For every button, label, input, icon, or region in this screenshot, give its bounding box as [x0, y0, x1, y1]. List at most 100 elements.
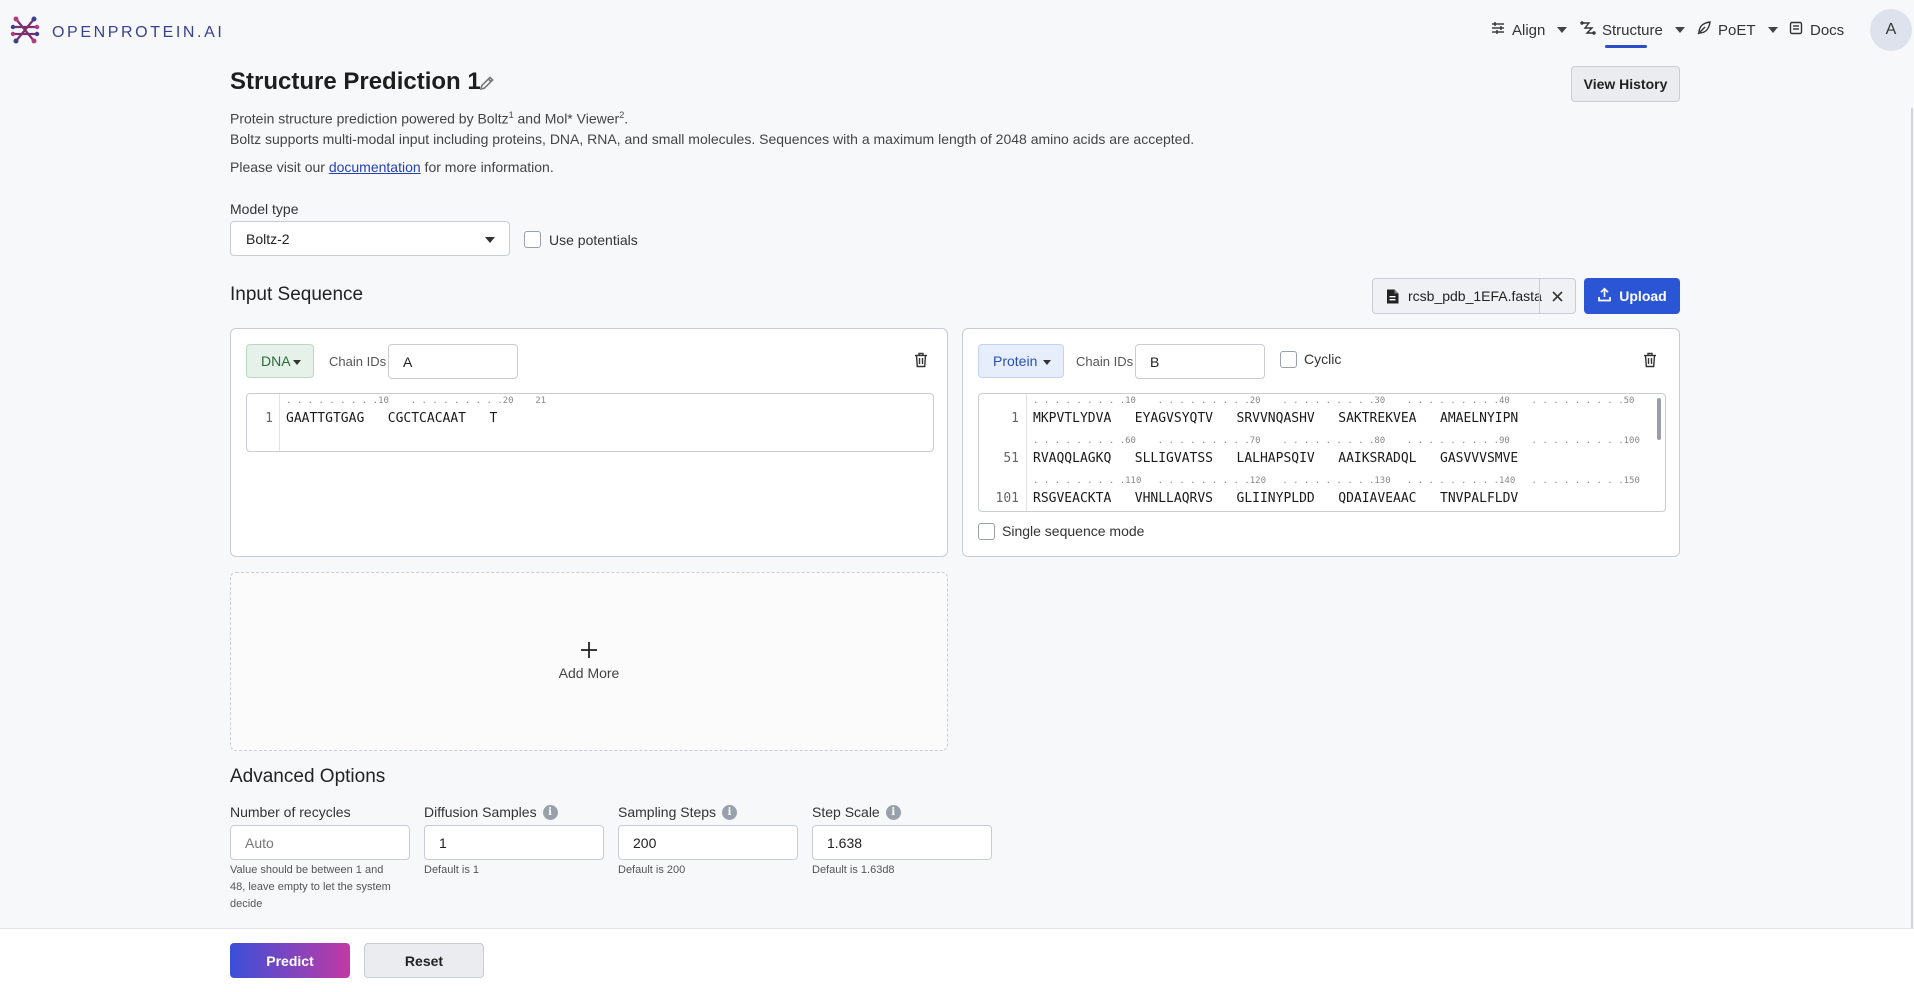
- info-icon[interactable]: i: [885, 804, 901, 820]
- trash-icon[interactable]: [1643, 352, 1657, 373]
- use-potentials-label: Use potentials: [549, 232, 638, 248]
- file-name: rcsb_pdb_1EFA.fasta: [1408, 288, 1542, 304]
- chain-ids-input[interactable]: A: [388, 344, 518, 379]
- brand-name: OPENPROTEIN.AI: [52, 23, 225, 41]
- line-number: 51: [1003, 451, 1019, 466]
- model-type-select[interactable]: Boltz-2: [230, 221, 510, 256]
- remove-file-button[interactable]: [1539, 279, 1575, 313]
- recycles-helper: Value should be between 1 and 48, leave …: [230, 864, 391, 910]
- description-text: for more information.: [420, 159, 554, 175]
- chevron-down-icon: [1767, 27, 1778, 33]
- trash-icon[interactable]: [914, 352, 928, 373]
- single-sequence-mode-checkbox[interactable]: [978, 523, 995, 540]
- chevron-down-icon: [1043, 360, 1051, 365]
- nav-poet[interactable]: PoET: [1696, 20, 1778, 40]
- sequence-line[interactable]: RVAQQLAGKQ SLLIGVATSS LALHAPSQIV AAIKSRA…: [1033, 451, 1518, 466]
- add-more-label: Add More: [558, 665, 620, 681]
- model-type-value: Boltz-2: [246, 230, 290, 247]
- diffusion-samples-helper: Default is 1: [424, 864, 480, 876]
- nav-align[interactable]: Align: [1490, 20, 1568, 40]
- info-icon[interactable]: i: [542, 804, 558, 820]
- sequence-line[interactable]: RSGVEACKTA VHNLLAQRVS GLIINYPLDD QDAIAVE…: [1033, 491, 1518, 506]
- sampling-steps-label: Sampling Steps i: [618, 804, 738, 820]
- description-line-3: Please visit our documentation for more …: [230, 159, 554, 175]
- sequence-line[interactable]: GAATTGTGAG CGCTCACAAT T: [286, 411, 497, 426]
- line-number: 101: [995, 491, 1019, 506]
- diffusion-samples-input[interactable]: 1: [424, 825, 604, 860]
- sequence-card-protein: Protein Chain IDs B Cyclic . . . . . . .…: [962, 328, 1680, 557]
- upload-label: Upload: [1619, 288, 1667, 304]
- sequence-editor[interactable]: . . . . . . . . .10 . . . . . . . . .20 …: [246, 393, 934, 452]
- leaf-icon: [1696, 20, 1712, 40]
- reset-button[interactable]: Reset: [364, 943, 484, 978]
- advanced-options-title: Advanced Options: [230, 766, 386, 787]
- sampling-steps-label-text: Sampling Steps: [618, 804, 717, 820]
- nav-poet-label: PoET: [1718, 21, 1756, 39]
- line-number: 1: [1011, 411, 1019, 426]
- documentation-link[interactable]: documentation: [329, 159, 421, 175]
- upload-icon: [1597, 287, 1612, 305]
- brand[interactable]: OPENPROTEIN.AI: [10, 15, 224, 50]
- line-number-gutter: [279, 394, 280, 451]
- top-navigation: OPENPROTEIN.AI Align Structure PoET Docs…: [0, 0, 1914, 62]
- uploaded-file-chip: rcsb_pdb_1EFA.fasta: [1372, 278, 1576, 314]
- chevron-down-icon: [293, 360, 301, 365]
- close-icon: [1552, 290, 1563, 302]
- nav-docs[interactable]: Docs: [1788, 20, 1844, 40]
- molecule-type-select[interactable]: Protein: [978, 344, 1064, 378]
- description-text: Please visit our: [230, 159, 329, 175]
- diffusion-samples-label-text: Diffusion Samples: [424, 804, 537, 820]
- line-number: 1: [265, 411, 273, 426]
- step-scale-helper: Default is 1.63d8: [812, 864, 895, 876]
- structure-icon: [1580, 20, 1596, 40]
- position-ruler: . . . . . . . . .10 . . . . . . . . .20 …: [286, 396, 547, 406]
- avatar[interactable]: A: [1870, 9, 1912, 51]
- sampling-steps-input[interactable]: 200: [618, 825, 798, 860]
- position-ruler: . . . . . . . . .60 . . . . . . . . .70 …: [1033, 436, 1640, 446]
- step-scale-input[interactable]: 1.638: [812, 825, 992, 860]
- nav-structure[interactable]: Structure: [1580, 20, 1685, 40]
- predict-button[interactable]: Predict: [230, 943, 350, 978]
- recycles-label: Number of recycles: [230, 804, 351, 820]
- position-ruler: . . . . . . . . .10 . . . . . . . . .20 …: [1033, 396, 1635, 406]
- page-title: Structure Prediction 1: [230, 68, 481, 95]
- align-icon: [1490, 20, 1506, 40]
- use-potentials-checkbox[interactable]: [524, 231, 541, 248]
- step-scale-label: Step Scale i: [812, 804, 901, 820]
- plus-icon: [580, 637, 598, 663]
- sequence-line[interactable]: MKPVTLYDVA EYAGVSYQTV SRVVNQASHV SAKTREK…: [1033, 411, 1518, 426]
- cyclic-checkbox[interactable]: [1280, 351, 1297, 368]
- description-line-1: Protein structure prediction powered by …: [230, 110, 628, 127]
- nav-docs-label: Docs: [1810, 21, 1845, 39]
- add-more-button[interactable]: Add More: [230, 572, 948, 751]
- nav-align-label: Align: [1512, 21, 1546, 39]
- page-scrollbar[interactable]: [1911, 108, 1913, 928]
- step-scale-label-text: Step Scale: [812, 804, 880, 820]
- info-icon[interactable]: i: [722, 804, 738, 820]
- sampling-steps-helper: Default is 200: [618, 864, 686, 876]
- active-tab-indicator: [1605, 45, 1647, 48]
- molecule-type-value: DNA: [261, 353, 291, 369]
- chevron-down-icon: [1674, 27, 1685, 33]
- file-icon: [1386, 289, 1399, 307]
- molecule-type-select[interactable]: DNA: [246, 344, 314, 378]
- scrollbar[interactable]: [1657, 398, 1661, 440]
- description-text: .: [624, 110, 629, 127]
- chevron-down-icon: [485, 237, 495, 243]
- line-number-gutter: [1026, 394, 1027, 511]
- recycles-input[interactable]: Auto: [230, 825, 410, 860]
- description-line-2: Boltz supports multi-modal input includi…: [230, 131, 1195, 147]
- sequence-card-dna: DNA Chain IDs A . . . . . . . . .10 . . …: [230, 328, 948, 557]
- chain-ids-label: Chain IDs: [329, 354, 387, 369]
- molecule-type-value: Protein: [993, 353, 1038, 369]
- view-history-button[interactable]: View History: [1571, 66, 1680, 102]
- chevron-down-icon: [1557, 27, 1568, 33]
- nav-structure-label: Structure: [1602, 21, 1663, 39]
- sequence-editor[interactable]: . . . . . . . . .10 . . . . . . . . .20 …: [978, 393, 1666, 512]
- docs-icon: [1788, 20, 1804, 40]
- chain-ids-input[interactable]: B: [1135, 344, 1265, 379]
- cyclic-label: Cyclic: [1304, 351, 1342, 367]
- input-sequence-title: Input Sequence: [230, 284, 364, 305]
- pencil-icon[interactable]: [478, 74, 496, 97]
- upload-button[interactable]: Upload: [1584, 278, 1680, 314]
